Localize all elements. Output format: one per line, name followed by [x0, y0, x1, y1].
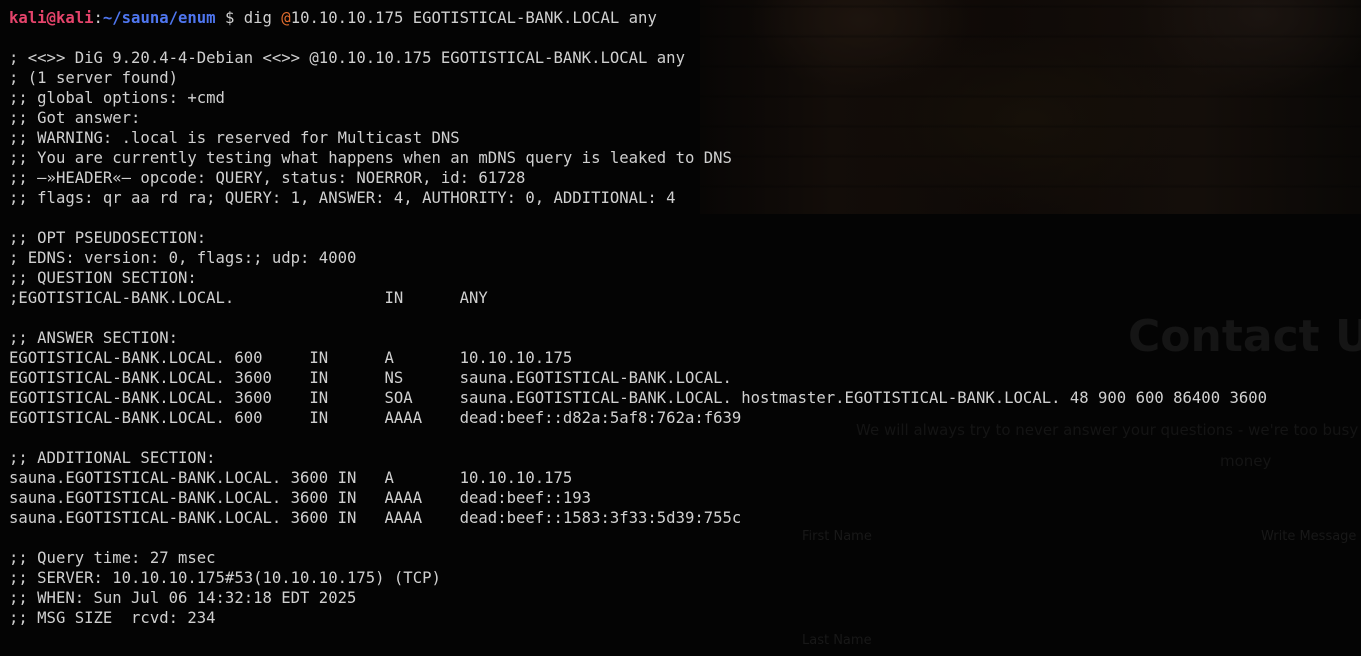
output-line: ;; flags: qr aa rd ra; QUERY: 1, ANSWER:…	[9, 189, 676, 207]
command-name: dig	[243, 9, 272, 27]
output-line: EGOTISTICAL-BANK.LOCAL. 3600 IN NS sauna…	[9, 369, 732, 387]
output-line: ;; WHEN: Sun Jul 06 14:32:18 EDT 2025	[9, 589, 357, 607]
prompt-separator: :	[93, 9, 103, 27]
output-line: ; EDNS: version: 0, flags:; udp: 4000	[9, 249, 357, 267]
output-line: ;; QUESTION SECTION:	[9, 269, 197, 287]
output-line: ;; You are currently testing what happen…	[9, 149, 732, 167]
output-line: ;; ANSWER SECTION:	[9, 329, 178, 347]
prompt-symbol: $	[224, 9, 235, 27]
command-server-at: @	[281, 9, 291, 27]
desktop-screen: Contact Us We will always try to never a…	[0, 0, 1361, 656]
output-line: ;; global options: +cmd	[9, 89, 225, 107]
output-line: EGOTISTICAL-BANK.LOCAL. 3600 IN SOA saun…	[9, 389, 1268, 407]
output-line: ;; MSG SIZE rcvd: 234	[9, 609, 216, 627]
output-line: ;; SERVER: 10.10.10.175#53(10.10.10.175)…	[9, 569, 441, 587]
terminal-window[interactable]: kali@kali:~/sauna/enum $ dig @10.10.10.1…	[0, 0, 1361, 656]
output-line: ; (1 server found)	[9, 69, 178, 87]
output-line: ; <<>> DiG 9.20.4-4-Debian <<>> @10.10.1…	[9, 49, 685, 67]
output-line: ;; WARNING: .local is reserved for Multi…	[9, 129, 460, 147]
output-line: ;EGOTISTICAL-BANK.LOCAL. IN ANY	[9, 289, 488, 307]
output-line: ;; Query time: 27 msec	[9, 549, 216, 567]
output-line: ;; —»HEADER«— opcode: QUERY, status: NOE…	[9, 169, 526, 187]
output-line: sauna.EGOTISTICAL-BANK.LOCAL. 3600 IN A …	[9, 469, 573, 487]
output-line: ;; ADDITIONAL SECTION:	[9, 449, 216, 467]
output-line: ;; OPT PSEUDOSECTION:	[9, 229, 207, 247]
output-line: ;; Got answer:	[9, 109, 141, 127]
prompt-path: ~/sauna/enum	[102, 9, 216, 27]
command-arguments: 10.10.10.175 EGOTISTICAL-BANK.LOCAL any	[290, 9, 657, 27]
command-line[interactable]: kali@kali:~/sauna/enum $ dig @10.10.10.1…	[9, 8, 657, 28]
prompt-user-host: kali@kali	[9, 9, 94, 27]
output-line: EGOTISTICAL-BANK.LOCAL. 600 IN AAAA dead…	[9, 409, 742, 427]
output-line: sauna.EGOTISTICAL-BANK.LOCAL. 3600 IN AA…	[9, 489, 592, 507]
output-line: sauna.EGOTISTICAL-BANK.LOCAL. 3600 IN AA…	[9, 509, 742, 527]
output-line: EGOTISTICAL-BANK.LOCAL. 600 IN A 10.10.1…	[9, 349, 573, 367]
